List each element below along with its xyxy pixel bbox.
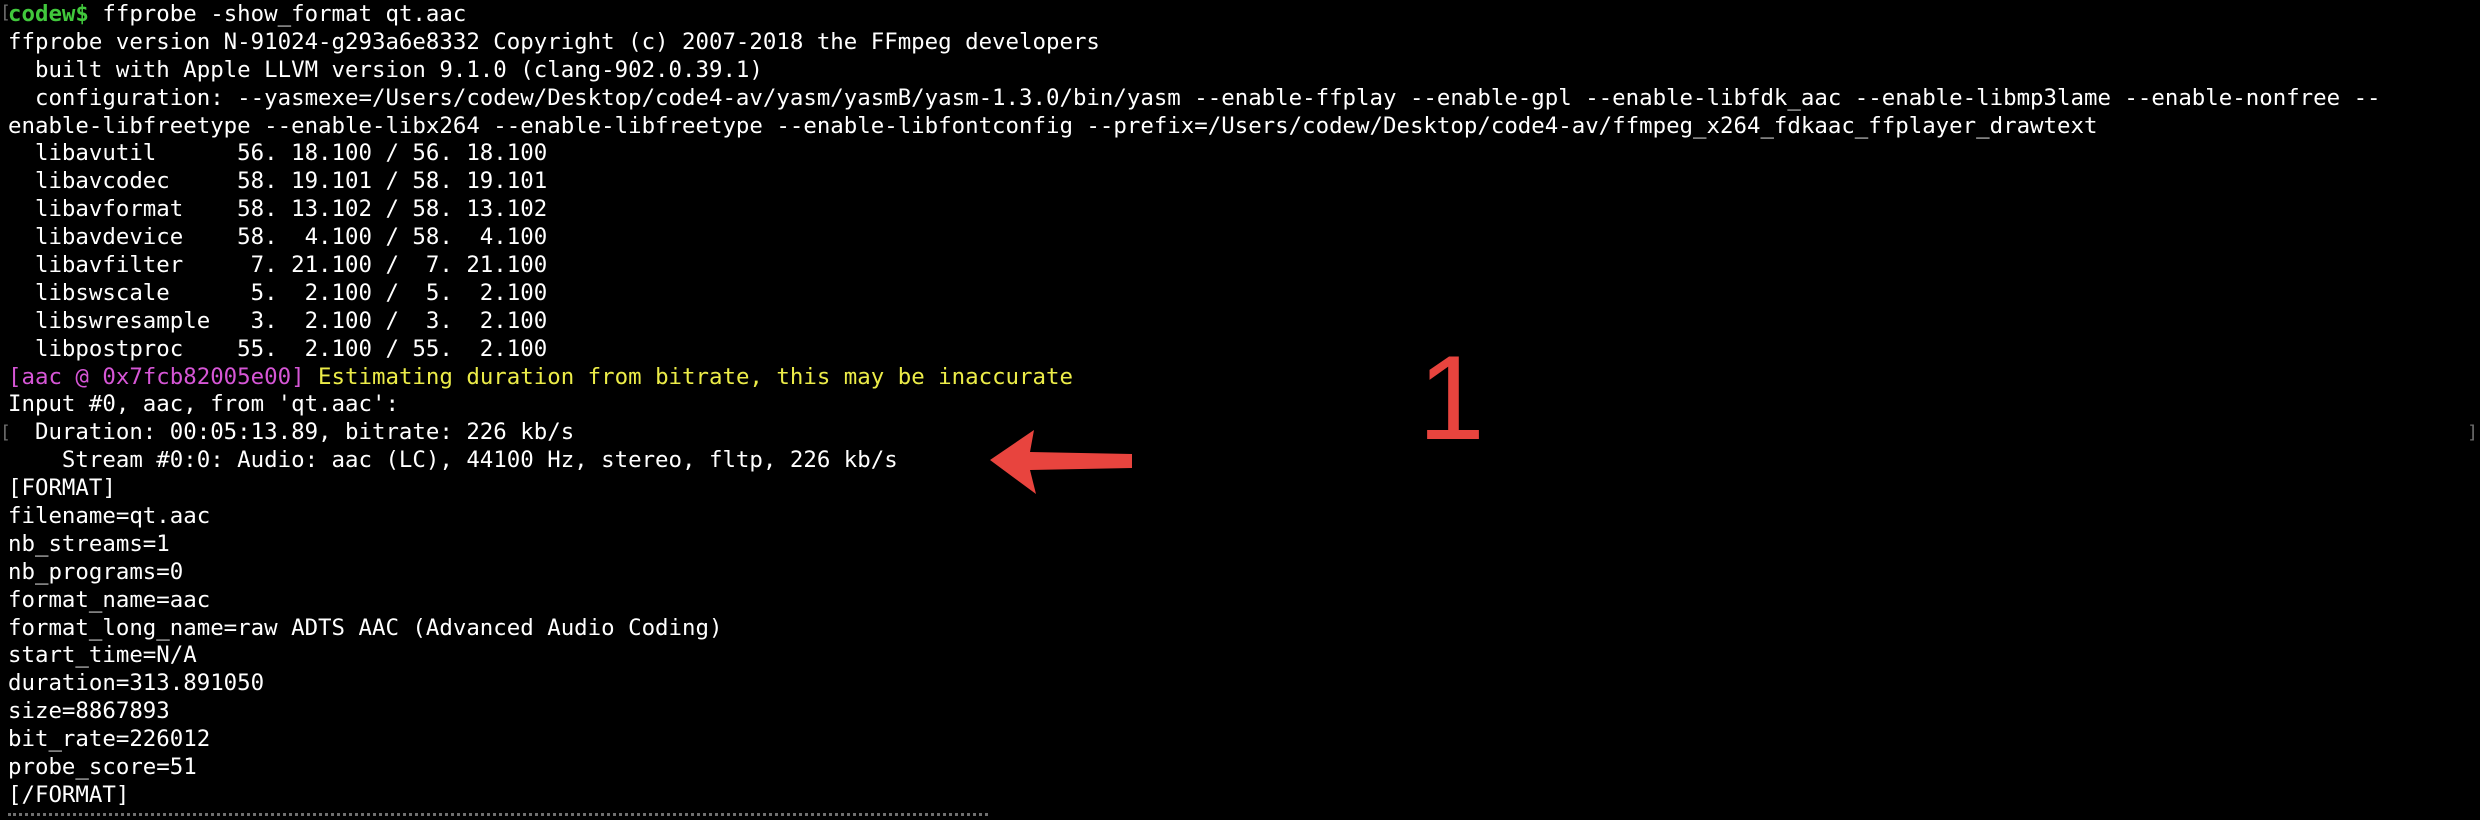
format-line: nb_programs=0 xyxy=(8,558,184,585)
library-version-line: libswresample 3. 2.100 / 3. 2.100 xyxy=(8,307,548,334)
output-line: configuration: --yasmexe=/Users/codew/De… xyxy=(8,84,2381,111)
library-version-line: libavcodec 58. 19.101 / 58. 19.101 xyxy=(8,168,548,195)
format-line: start_time=N/A xyxy=(8,642,197,669)
terminal-window[interactable]: codew$ ffprobe -show_format qt.aac ffpro… xyxy=(0,0,2480,820)
format-line: format_name=aac xyxy=(8,586,211,613)
library-version-line: libavfilter 7. 21.100 / 7. 21.100 xyxy=(8,252,548,279)
format-line: probe_score=51 xyxy=(8,754,197,781)
annotation-number: 1 xyxy=(1418,331,1485,465)
library-version-line: libavutil 56. 18.100 / 56. 18.100 xyxy=(8,140,548,167)
library-version-line: libavdevice 58. 4.100 / 58. 4.100 xyxy=(8,224,548,251)
annotation-arrow-icon xyxy=(990,430,1132,494)
format-line: nb_streams=1 xyxy=(8,530,170,557)
cut-off-text-line xyxy=(8,813,988,820)
command-line: codew$ ffprobe -show_format qt.aac xyxy=(8,1,2480,29)
format-line: size=8867893 xyxy=(8,698,170,725)
library-version-line: libavformat 58. 13.102 / 58. 13.102 xyxy=(8,196,548,223)
selection-bracket-icon: [ xyxy=(0,422,11,443)
format-line: duration=313.891050 xyxy=(8,670,265,697)
selection-bracket-icon: [ xyxy=(0,2,11,23)
warning-tag: [aac @ 0x7fcb82005e00] xyxy=(8,363,305,390)
input-line: Input #0, aac, from 'qt.aac': xyxy=(8,391,399,418)
library-version-line: libpostproc 55. 2.100 / 55. 2.100 xyxy=(8,335,548,362)
format-line: format_long_name=raw ADTS AAC (Advanced … xyxy=(8,614,723,641)
format-line: [FORMAT] xyxy=(8,475,116,502)
terminal-output: codew$ ffprobe -show_format qt.aac ffpro… xyxy=(8,1,2480,810)
format-line: bit_rate=226012 xyxy=(8,726,211,753)
stream-line: Stream #0:0: Audio: aac (LC), 44100 Hz, … xyxy=(8,447,898,474)
warning-text: Estimating duration from bitrate, this m… xyxy=(304,363,1073,390)
output-line: ffprobe version N-91024-g293a6e8332 Copy… xyxy=(8,28,1100,55)
selection-bracket-icon: ] xyxy=(2467,422,2478,443)
duration-line: Duration: 00:05:13.89, bitrate: 226 kb/s xyxy=(8,419,575,446)
command-text: ffprobe -show_format qt.aac xyxy=(88,1,467,27)
format-line: filename=qt.aac xyxy=(8,503,211,530)
cut-off-text xyxy=(8,813,988,820)
format-line: [/FORMAT] xyxy=(8,781,130,808)
output-line: enable-libfreetype --enable-libx264 --en… xyxy=(8,112,2098,139)
output-line: built with Apple LLVM version 9.1.0 (cla… xyxy=(8,56,763,83)
library-version-line: libswscale 5. 2.100 / 5. 2.100 xyxy=(8,279,548,306)
warning-line: [aac @ 0x7fcb82005e00] Estimating durati… xyxy=(8,364,2480,392)
prompt: codew$ xyxy=(8,1,89,27)
